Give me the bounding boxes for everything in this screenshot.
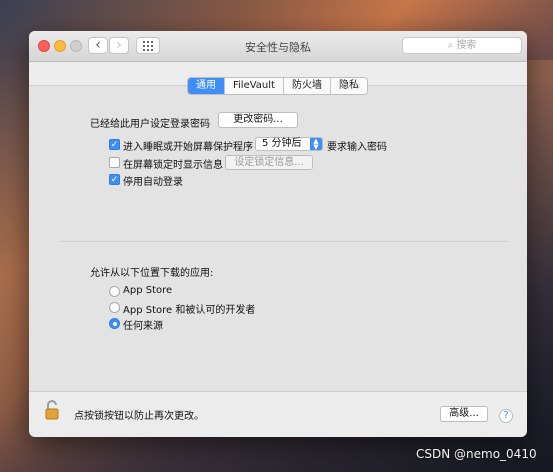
updown-arrows-icon: ▲ ▼ — [310, 138, 322, 151]
search-icon: ⌕ — [447, 40, 454, 51]
show-message-label: 在屏幕锁定时显示信息 — [123, 160, 223, 171]
show-message-checkbox[interactable] — [109, 157, 120, 168]
change-password-button[interactable]: 更改密码... — [218, 112, 298, 128]
password-delay-select[interactable]: 5 分钟后 ▲ ▼ — [255, 137, 323, 151]
content-panel — [29, 85, 527, 392]
require-password-suffix: 要求输入密码 — [327, 142, 387, 153]
set-lock-message-button[interactable]: 设定锁定信息... — [225, 155, 313, 170]
require-password-label: 进入睡眠或开始屏幕保护程序 — [123, 142, 253, 153]
radio-identified-developers-label: App Store 和被认可的开发者 — [123, 305, 256, 316]
radio-app-store-label: App Store — [123, 285, 173, 296]
radio-identified-developers[interactable] — [109, 302, 120, 313]
section-divider — [59, 241, 509, 242]
preferences-window: ‹ › 安全性与隐私 ⌕ 搜索 通用 FileVault 防火墙 隐私 已经给此… — [29, 31, 527, 437]
unlocked-padlock-icon[interactable] — [45, 400, 59, 420]
advanced-button[interactable]: 高级... — [440, 406, 488, 422]
password-delay-value: 5 分钟后 — [262, 138, 302, 149]
tab-filevault[interactable]: FileVault — [225, 78, 284, 94]
search-placeholder: 搜索 — [456, 40, 477, 51]
checkmark-icon: ✓ — [110, 175, 119, 185]
tab-firewall[interactable]: 防火墙 — [284, 78, 331, 94]
tab-bar: 通用 FileVault 防火墙 隐私 — [187, 77, 368, 95]
title-bar: ‹ › 安全性与隐私 ⌕ 搜索 — [29, 31, 527, 62]
disable-autologin-label: 停用自动登录 — [123, 177, 183, 188]
search-field[interactable]: ⌕ 搜索 — [402, 37, 522, 54]
tab-privacy[interactable]: 隐私 — [331, 78, 367, 94]
radio-anywhere-label: 任何来源 — [123, 321, 163, 332]
lock-hint-text: 点按锁按钮以防止再次更改。 — [74, 411, 204, 422]
radio-anywhere[interactable] — [109, 318, 120, 329]
checkmark-icon: ✓ — [110, 140, 119, 150]
help-button[interactable]: ? — [499, 409, 513, 423]
tab-general[interactable]: 通用 — [188, 78, 225, 94]
require-password-checkbox[interactable]: ✓ — [109, 139, 120, 150]
watermark-text: CSDN @nemo_0410 — [416, 447, 537, 461]
disable-autologin-checkbox[interactable]: ✓ — [109, 174, 120, 185]
downloads-heading: 允许从以下位置下载的应用: — [90, 268, 214, 279]
password-set-label: 已经给此用户设定登录密码 — [90, 119, 210, 130]
radio-app-store[interactable] — [109, 286, 120, 297]
